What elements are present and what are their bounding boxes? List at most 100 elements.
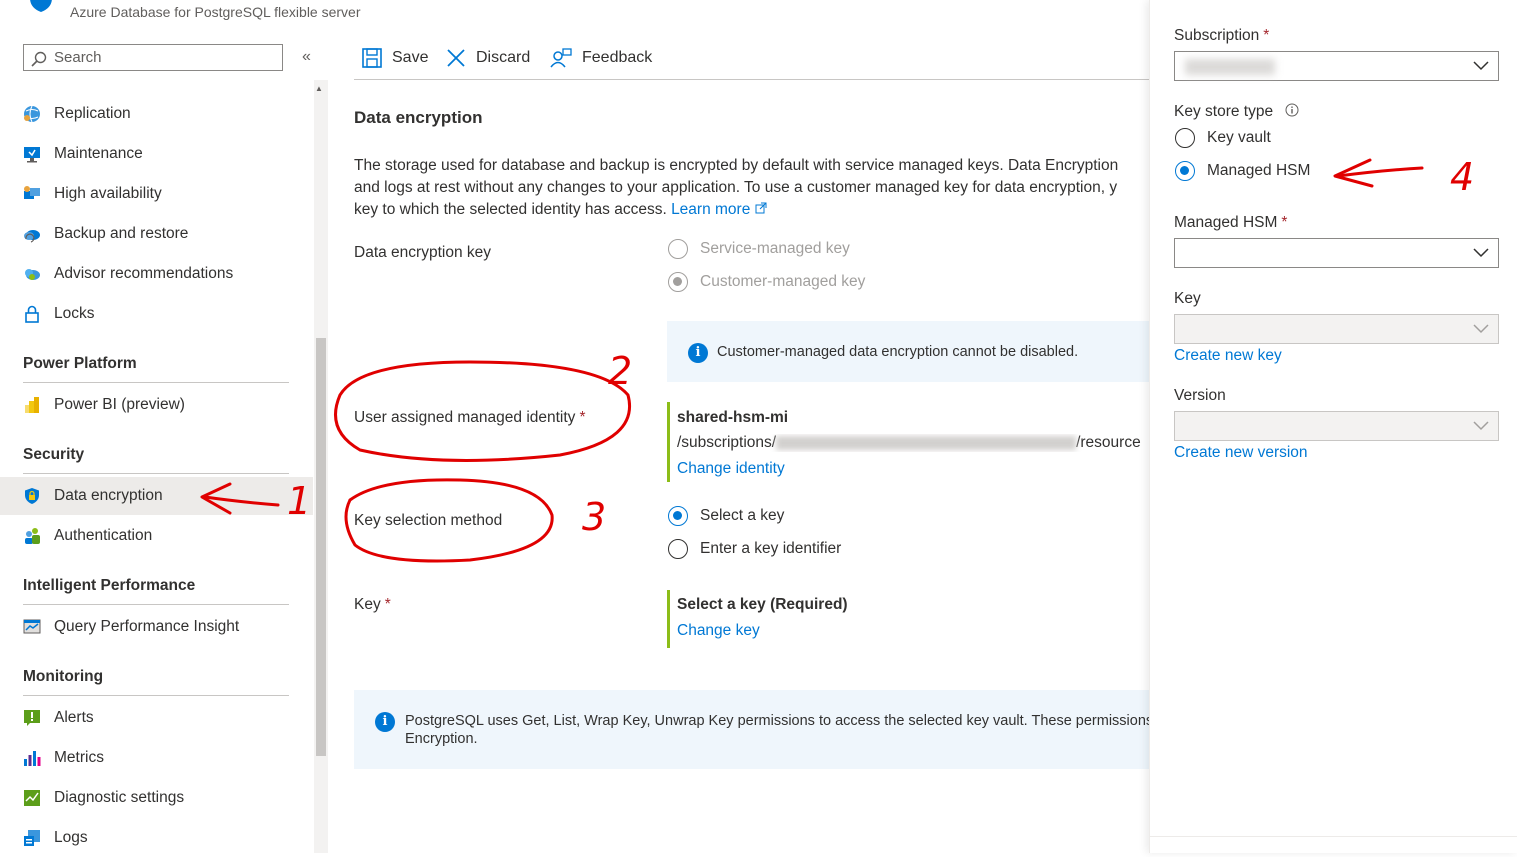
chevron-down-icon [1473, 61, 1489, 71]
sidebar-item-label: Query Performance Insight [54, 618, 240, 635]
sidebar-item-label: Data encryption [54, 487, 163, 504]
required-mark: * [384, 596, 391, 613]
subscription-dropdown[interactable] [1174, 51, 1499, 81]
sidebar-item-replication[interactable]: Replication [0, 95, 313, 133]
search-input[interactable]: Search [23, 44, 283, 71]
discard-button[interactable]: Discard [446, 44, 530, 72]
required-mark: * [1263, 27, 1270, 44]
version-label: Version [1174, 387, 1226, 404]
close-icon [447, 49, 465, 67]
radio-circle-selected [1175, 161, 1195, 181]
sidebar-item-query-performance[interactable]: Query Performance Insight [0, 608, 313, 646]
save-icon [362, 48, 382, 68]
sidebar-item-advisor[interactable]: Advisor recommendations [0, 255, 313, 293]
description-line: key to which the selected identity has a… [354, 201, 667, 218]
backup-cloud-icon [24, 230, 40, 243]
create-new-key-link[interactable]: Create new key [1174, 347, 1282, 365]
learn-more-link[interactable]: Learn more [671, 201, 767, 218]
change-key-link[interactable]: Change key [677, 622, 760, 640]
radio-customer-managed-key[interactable]: Customer-managed key [668, 272, 865, 292]
alert-icon [24, 710, 40, 726]
sidebar-item-label: Maintenance [54, 145, 143, 162]
managed-hsm-label-text: Managed HSM [1174, 214, 1278, 231]
radio-circle [668, 239, 688, 259]
sidebar-item-power-bi[interactable]: Power BI (preview) [0, 386, 313, 424]
search-placeholder: Search [54, 49, 102, 66]
info-icon: i [688, 343, 708, 363]
sidebar-item-label: Locks [54, 305, 95, 322]
managed-hsm-dropdown[interactable] [1174, 238, 1499, 268]
sidebar-item-label: Metrics [54, 749, 104, 766]
section-divider [23, 604, 289, 605]
info-icon[interactable] [1285, 103, 1299, 117]
panel-key-label: Key [1174, 290, 1201, 307]
collapse-sidebar-button[interactable]: « [302, 48, 311, 66]
sidebar-item-label: Alerts [54, 709, 94, 726]
sidebar-item-authentication[interactable]: Authentication [0, 517, 313, 555]
replication-globe-icon [24, 105, 40, 123]
scroll-up-arrow-icon[interactable]: ▲ [315, 84, 323, 93]
create-new-version-link[interactable]: Create new version [1174, 444, 1308, 462]
path-suffix: /resource [1076, 434, 1141, 451]
change-identity-link[interactable]: Change identity [677, 460, 785, 478]
sidebar-item-data-encryption[interactable]: Data encryption [0, 477, 313, 515]
save-button[interactable]: Save [362, 44, 428, 72]
users-icon [25, 528, 40, 544]
page-title: Data encryption [354, 108, 483, 127]
key-dropdown[interactable] [1174, 314, 1499, 344]
key-value: Select a key (Required) [677, 596, 848, 613]
managed-hsm-label: Managed HSM * [1174, 214, 1287, 232]
description-line: and logs at rest without any changes to … [354, 179, 1118, 196]
sidebar-item-high-availability[interactable]: High availability [0, 175, 313, 213]
section-divider [23, 695, 289, 696]
radio-label: Enter a key identifier [700, 540, 842, 557]
sidebar-scroll-thumb[interactable] [316, 338, 326, 756]
key-store-type-label-text: Key store type [1174, 103, 1274, 120]
radio-managed-hsm[interactable]: Managed HSM [1175, 161, 1310, 181]
radio-circle-selected [668, 506, 688, 526]
radio-circle-selected [668, 272, 688, 292]
permissions-info-banner: i PostgreSQL uses Get, List, Wrap Key, U… [354, 690, 1149, 769]
radio-label: Managed HSM [1207, 162, 1311, 179]
toolbar-divider [354, 79, 1149, 80]
sidebar-item-label: Advisor recommendations [54, 265, 234, 282]
chevron-down-icon [1473, 324, 1489, 334]
resource-type-subtitle: Azure Database for PostgreSQL flexible s… [70, 4, 361, 20]
diagnostic-icon [24, 790, 40, 806]
sidebar-item-locks[interactable]: Locks [0, 295, 313, 333]
sidebar-item-alerts[interactable]: Alerts [0, 699, 313, 737]
sidebar-item-diagnostic-settings[interactable]: Diagnostic settings [0, 779, 313, 817]
description-line: The storage used for database and backup… [354, 157, 1119, 174]
feedback-button[interactable]: Feedback [550, 44, 652, 72]
power-bi-icon [25, 397, 39, 413]
key-selection-label: Key selection method [354, 512, 503, 529]
sidebar-item-label: Diagnostic settings [54, 789, 185, 806]
feedback-icon [550, 48, 572, 68]
shield-icon [25, 488, 39, 504]
radio-select-a-key[interactable]: Select a key [668, 506, 784, 526]
version-dropdown[interactable] [1174, 411, 1499, 441]
save-label: Save [392, 49, 429, 66]
key-label-text: Key [354, 596, 381, 613]
radio-key-vault[interactable]: Key vault [1175, 128, 1271, 148]
section-divider [23, 382, 289, 383]
sidebar-item-metrics[interactable]: Metrics [0, 739, 313, 777]
radio-enter-key-identifier[interactable]: Enter a key identifier [668, 539, 841, 559]
maintenance-monitor-icon [24, 147, 40, 163]
section-heading-intelligent-performance: Intelligent Performance [23, 577, 196, 594]
radio-label: Select a key [700, 507, 785, 524]
section-divider [23, 473, 289, 474]
feedback-label: Feedback [582, 49, 653, 66]
sidebar-item-backup-restore[interactable]: Backup and restore [0, 215, 313, 253]
chevron-down-icon [1473, 421, 1489, 431]
sidebar-item-maintenance[interactable]: Maintenance [0, 135, 313, 173]
sidebar-item-label: Backup and restore [54, 225, 189, 242]
sidebar-item-label: Logs [54, 829, 88, 846]
required-mark: * [1281, 214, 1288, 231]
sidebar-item-logs[interactable]: Logs [0, 819, 313, 857]
path-prefix: /subscriptions/ [677, 434, 777, 451]
sidebar-item-label: Replication [54, 105, 131, 122]
radio-service-managed-key[interactable]: Service-managed key [668, 239, 850, 259]
search-icon [31, 51, 47, 67]
query-insight-icon [23, 619, 41, 634]
